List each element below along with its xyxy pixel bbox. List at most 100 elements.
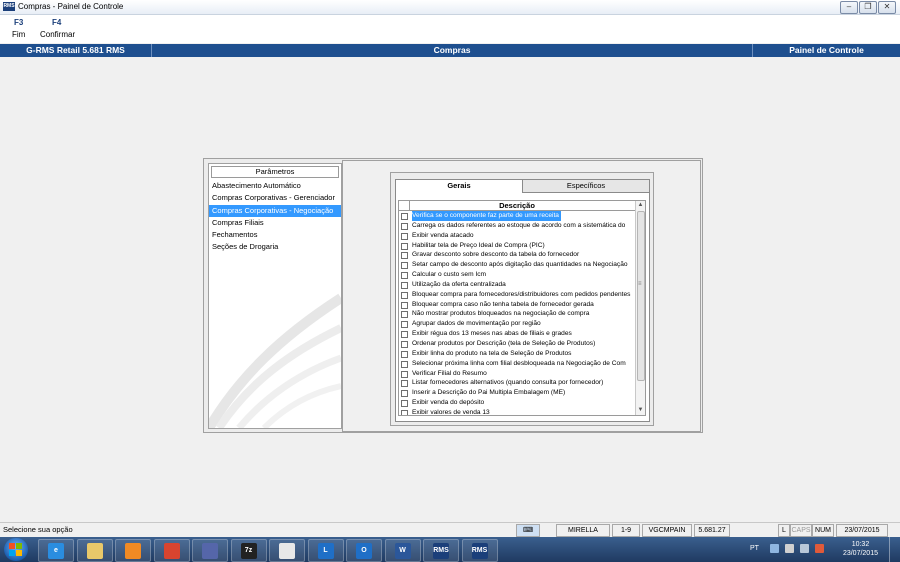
grid-row[interactable]: Não mostrar produtos bloqueados na negoc… [399, 309, 635, 319]
taskbar-app-button[interactable] [269, 539, 305, 562]
row-checkbox[interactable] [401, 400, 408, 408]
fim-button[interactable]: F3 Fim [12, 18, 25, 39]
grid-row[interactable]: Bloquear compra para fornecedores/distri… [399, 290, 635, 300]
param-item-secoes-drogaria[interactable]: Seções de Drogaria [209, 241, 341, 253]
row-checkbox[interactable] [401, 321, 408, 329]
row-checkbox[interactable] [401, 380, 408, 388]
row-checkbox[interactable] [401, 301, 408, 309]
taskbar-app-button[interactable] [153, 539, 190, 562]
language-indicator[interactable]: PT [750, 545, 759, 552]
taskbar-app-button[interactable] [76, 539, 113, 562]
taskbar-app-button[interactable]: RMS [423, 539, 459, 562]
document-icon [279, 542, 295, 559]
row-checkbox[interactable] [401, 272, 408, 280]
grid-row[interactable]: Carrega os dados referentes ao estoque d… [399, 221, 635, 231]
status-range: 1-9 [612, 524, 640, 537]
scroll-down-icon[interactable]: ▼ [636, 406, 645, 415]
row-description: Exibir valores de venda 13 [412, 408, 490, 416]
taskbar-app-button[interactable]: O [346, 539, 382, 562]
grid-row[interactable]: Selecionar próxima linha com filial desb… [399, 359, 635, 369]
row-checkbox[interactable] [401, 262, 408, 270]
grid-row[interactable]: Verifica se o componente faz parte de um… [399, 211, 635, 221]
row-checkbox[interactable] [401, 390, 408, 398]
tray-flag-icon[interactable] [785, 544, 794, 553]
row-checkbox[interactable] [401, 291, 408, 299]
status-bar: Selecione sua opção ⌨ MIRELLA 1-9 VGCMPA… [0, 522, 900, 537]
row-checkbox[interactable] [401, 360, 408, 368]
row-checkbox[interactable] [401, 213, 408, 220]
restore-button[interactable]: ❐ [859, 1, 877, 14]
row-checkbox[interactable] [401, 331, 408, 339]
taskbar-app-button[interactable]: L [307, 539, 344, 562]
tray-arrow-icon[interactable] [770, 544, 779, 553]
status-program: VGCMPAIN [642, 524, 692, 537]
grid-row[interactable]: Gravar desconto sobre desconto da tabela… [399, 250, 635, 260]
row-checkbox[interactable] [401, 281, 408, 289]
lync-icon: L [317, 542, 334, 559]
grid-row[interactable]: Listar fornecedores alternativos (quando… [399, 378, 635, 388]
module-name: Compras [152, 44, 753, 57]
row-description: Utilização da oferta centralizada [412, 280, 506, 288]
grid-row[interactable]: Habilitar tela de Preço Ideal de Compra … [399, 241, 635, 251]
grid-row[interactable]: Exibir valores de venda 13 [399, 408, 635, 416]
scroll-thumb[interactable] [637, 211, 645, 381]
grid-row[interactable]: Exibir régua dos 13 meses nas abas de fi… [399, 329, 635, 339]
row-checkbox[interactable] [401, 222, 408, 230]
param-item-compras-gerenciador[interactable]: Compras Corporativas - Gerenciador [209, 192, 341, 204]
minimize-button[interactable]: – [840, 1, 858, 14]
tab-especificos[interactable]: Específicos [522, 179, 650, 192]
grid-row[interactable]: Agrupar dados de movimentação por região [399, 319, 635, 329]
grid-row[interactable]: Ordenar produtos por Descrição (tela de … [399, 339, 635, 349]
network-tool-icon [202, 542, 218, 559]
tab-body: Descrição Verifica se o componente faz p… [395, 192, 650, 422]
grid-row[interactable]: Exibir linha do produto na tela de Seleç… [399, 349, 635, 359]
row-checkbox[interactable] [401, 252, 408, 260]
tab-gerais[interactable]: Gerais [395, 179, 523, 193]
param-item-compras-filiais[interactable]: Compras Filiais [209, 217, 341, 229]
row-checkbox[interactable] [401, 340, 408, 348]
row-checkbox[interactable] [401, 370, 408, 378]
grid-row[interactable]: Bloquear compra caso não tenha tabela de… [399, 300, 635, 310]
status-caps: CAPS [790, 524, 812, 537]
tray-network-icon[interactable] [800, 544, 809, 553]
windows-taskbar: e 7z L O W RMS RMS PT 10:32 23/07/2015 [0, 537, 900, 562]
status-version: 5.681.27 [694, 524, 730, 537]
tray-volume-icon[interactable] [815, 544, 824, 553]
confirmar-button[interactable]: F4 Confirmar [40, 18, 75, 39]
taskbar-app-button[interactable]: W [384, 539, 421, 562]
taskbar-app-button[interactable]: 7z [230, 539, 267, 562]
parameters-list: Parâmetros Abastecimento Automático Comp… [208, 163, 342, 429]
taskbar-app-button[interactable]: e [38, 539, 74, 562]
row-description: Não mostrar produtos bloqueados na negoc… [412, 310, 590, 318]
row-description: Exibir venda atacado [412, 231, 474, 239]
grid-row[interactable]: Inserir a Descrição do Pai Multipla Emba… [399, 388, 635, 398]
grid-row[interactable]: Exibir venda do depósito [399, 398, 635, 408]
param-item-abastecimento[interactable]: Abastecimento Automático [209, 180, 341, 192]
options-tab-frame: Gerais Específicos Descrição Verifica se… [390, 172, 654, 426]
param-item-fechamentos[interactable]: Fechamentos [209, 229, 341, 241]
grid-row[interactable]: Utilização da oferta centralizada [399, 280, 635, 290]
scroll-up-icon[interactable]: ▲ [636, 201, 645, 210]
param-item-compras-negociacao[interactable]: Compras Corporativas - Negociação [209, 204, 341, 217]
row-checkbox[interactable] [401, 232, 408, 240]
grid-row[interactable]: Calcular o custo sem Icm [399, 270, 635, 280]
start-button[interactable] [4, 538, 28, 561]
media-player-icon [125, 542, 141, 559]
row-checkbox[interactable] [401, 350, 408, 358]
row-checkbox[interactable] [401, 409, 408, 415]
taskbar-app-button[interactable] [115, 539, 151, 562]
taskbar-app-button[interactable]: RMS [461, 539, 498, 562]
taskbar-clock[interactable]: 10:32 23/07/2015 [843, 540, 878, 558]
close-button[interactable]: ✕ [878, 1, 896, 14]
row-description: Exibir linha do produto na tela de Seleç… [412, 349, 572, 357]
grid-row[interactable]: Exibir venda atacado [399, 231, 635, 241]
grid-row[interactable]: Setar campo de desconto após digitação d… [399, 260, 635, 270]
row-checkbox[interactable] [401, 311, 408, 319]
show-desktop-button[interactable] [889, 537, 900, 562]
vertical-scrollbar[interactable]: ▲ ≡ ▼ [635, 201, 645, 415]
parameters-header: Parâmetros [211, 166, 339, 178]
function-key-toolbar: F3 Fim F4 Confirmar [0, 15, 900, 43]
row-checkbox[interactable] [401, 242, 408, 250]
grid-row[interactable]: Verificar Filial do Resumo [399, 369, 635, 379]
taskbar-app-button[interactable] [192, 539, 228, 562]
